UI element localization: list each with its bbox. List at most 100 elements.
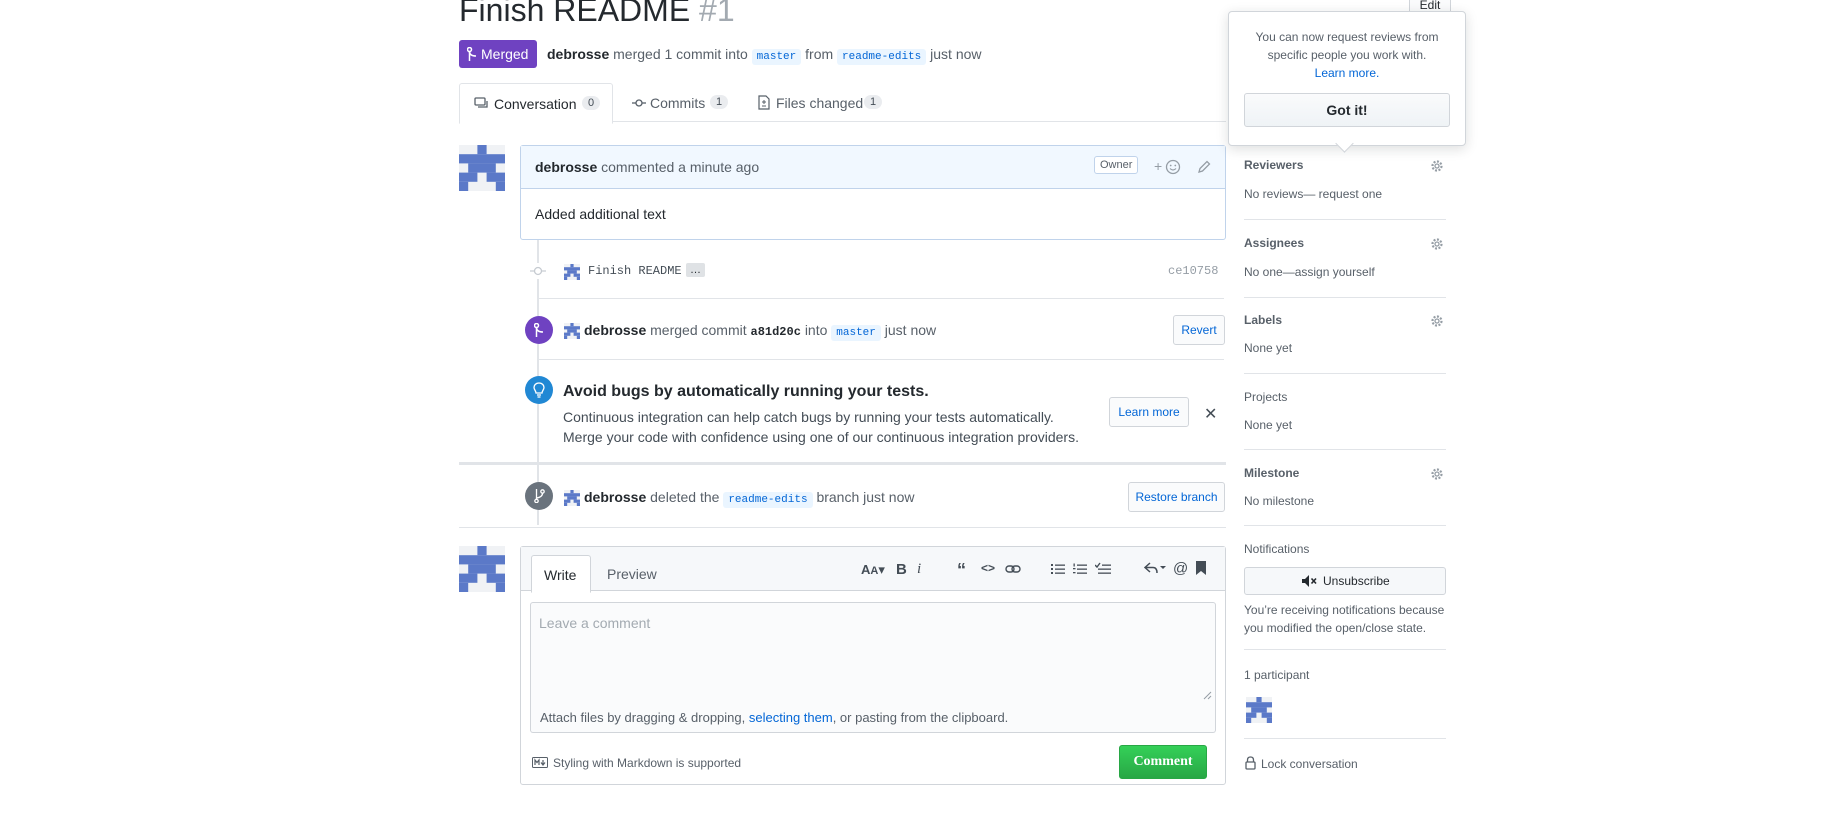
quote-icon[interactable]: “ <box>957 560 966 581</box>
composer-avatar[interactable] <box>459 546 505 592</box>
unsubscribe-button[interactable]: Unsubscribe <box>1244 567 1446 595</box>
mute-icon <box>1302 575 1318 587</box>
markdown-icon <box>532 757 548 768</box>
assignees-value[interactable]: No one—assign yourself <box>1244 265 1375 279</box>
code-icon[interactable]: <> <box>981 561 995 575</box>
commit-author-avatar[interactable] <box>564 264 580 280</box>
popover-line1: You can now request reviews from <box>1255 30 1439 44</box>
smiley-icon <box>1165 159 1181 175</box>
ordered-list-icon[interactable] <box>1073 562 1087 576</box>
tab-files-changed-label: Files changed <box>776 95 864 111</box>
close-icon[interactable]: ✕ <box>1204 404 1217 424</box>
assignees-heading[interactable]: Assignees <box>1244 236 1304 250</box>
labels-gear-icon[interactable] <box>1430 314 1444 328</box>
lock-icon <box>1245 756 1256 770</box>
got-it-button[interactable]: Got it! <box>1244 93 1450 127</box>
projects-heading: Projects <box>1244 390 1288 404</box>
lock-conversation-link[interactable]: Lock conversation <box>1261 757 1358 771</box>
merge-author-avatar[interactable] <box>564 323 580 339</box>
mention-icon[interactable]: @ <box>1173 560 1188 577</box>
unordered-list-icon[interactable] <box>1051 562 1065 576</box>
identicon-icon <box>564 323 580 339</box>
comment-textarea[interactable]: Leave a comment <box>530 602 1216 703</box>
comment-submit-button[interactable]: Comment <box>1119 745 1207 779</box>
assignees-gear-icon[interactable] <box>1430 237 1444 251</box>
timeline-thick-divider <box>459 462 1226 465</box>
identicon-icon <box>1246 697 1272 723</box>
reply-icon[interactable] <box>1144 561 1166 575</box>
sidebar-divider <box>1244 297 1446 298</box>
notification-reason-line2: you modified the open/close state. <box>1244 621 1427 635</box>
merge-icon <box>534 323 545 337</box>
add-reaction-plus: + <box>1154 158 1163 174</box>
delete-author-avatar[interactable] <box>564 490 580 506</box>
merge-commit-sha-link[interactable]: a81d20c <box>751 325 801 339</box>
reviewers-gear-icon[interactable] <box>1430 159 1444 173</box>
merge-icon <box>467 47 478 61</box>
unsubscribe-label: Unsubscribe <box>1323 574 1390 588</box>
reviewers-heading[interactable]: Reviewers <box>1244 158 1303 172</box>
participant-avatar[interactable] <box>1246 697 1272 723</box>
header-text-icon[interactable]: AA▾ <box>861 562 885 578</box>
delete-event-verb: deleted the <box>650 489 720 505</box>
merge-author-link[interactable]: debrosse <box>584 322 646 338</box>
identicon-icon <box>564 490 580 506</box>
write-tab[interactable]: Write <box>531 555 591 593</box>
italic-icon[interactable]: i <box>917 561 921 578</box>
attach-files-bar[interactable]: Attach files by dragging & dropping, sel… <box>530 702 1216 733</box>
head-branch: readme-edits <box>837 49 927 65</box>
comment-form: Write Preview AA▾ B i “ <> @ Leave a com… <box>520 546 1226 785</box>
commit-message-link[interactable]: Finish README <box>588 264 682 278</box>
select-files-link[interactable]: selecting them <box>749 710 833 725</box>
pr-time: just now <box>930 46 982 62</box>
preview-tab[interactable]: Preview <box>607 566 657 582</box>
restore-branch-button[interactable]: Restore branch <box>1128 482 1225 512</box>
timeline-divider <box>537 298 1224 299</box>
delete-author-link[interactable]: debrosse <box>584 489 646 505</box>
write-tab-label: Write <box>544 567 577 583</box>
merge-event-verb: merged commit <box>650 322 747 338</box>
popover-learn-more-link[interactable]: Learn more. <box>1229 66 1465 80</box>
tab-files-changed[interactable]: Files changed 1 <box>758 83 888 122</box>
edit-comment-pencil-icon[interactable] <box>1197 160 1211 174</box>
labels-value: None yet <box>1244 341 1293 355</box>
pr-author-link[interactable]: debrosse <box>547 46 609 62</box>
sidebar-divider <box>1244 649 1446 650</box>
delete-event-suffix: branch just now <box>816 489 915 505</box>
tab-commits[interactable]: Commits 1 <box>630 83 730 122</box>
file-diff-icon <box>758 95 770 110</box>
sidebar-divider <box>1244 219 1446 220</box>
bold-icon[interactable]: B <box>896 561 907 578</box>
ci-learn-more-button[interactable]: Learn more <box>1109 397 1189 427</box>
revert-button-label: Revert <box>1181 323 1217 337</box>
link-icon[interactable] <box>1005 564 1021 574</box>
sidebar-divider <box>1244 525 1446 526</box>
tab-conversation-label: Conversation <box>494 96 577 112</box>
task-list-icon[interactable] <box>1095 562 1111 576</box>
commit-expand-button[interactable]: … <box>686 263 705 277</box>
resize-grip-icon[interactable] <box>1203 691 1212 700</box>
light-bulb-icon <box>533 382 545 398</box>
comment-author-link[interactable]: debrosse <box>535 159 597 175</box>
comment-timestamp[interactable]: commented a minute ago <box>601 159 759 175</box>
ci-learn-more-label: Learn more <box>1118 405 1180 419</box>
comment-discussion-icon <box>474 97 490 111</box>
reviewers-value[interactable]: No reviews— request one <box>1244 187 1382 201</box>
attach-prefix: Attach files by dragging & dropping, <box>540 710 746 725</box>
revert-button[interactable]: Revert <box>1173 315 1225 345</box>
labels-heading[interactable]: Labels <box>1244 313 1282 327</box>
commit-sha-link[interactable]: ce10758 <box>1168 264 1218 278</box>
tab-conversation[interactable]: Conversation 0 <box>459 83 613 124</box>
merge-event-text: debrosse merged commit a81d20c into mast… <box>584 322 936 341</box>
markdown-supported-link[interactable]: Styling with Markdown is supported <box>553 756 741 770</box>
ci-tip-title: Avoid bugs by automatically running your… <box>563 383 929 400</box>
identicon-icon <box>564 264 580 280</box>
merge-target-branch: master <box>831 325 881 341</box>
delete-event-text: debrosse deleted the readme-edits branch… <box>584 489 915 508</box>
bookmark-icon[interactable] <box>1196 561 1206 575</box>
participants-count: 1 participant <box>1244 668 1310 682</box>
milestone-heading[interactable]: Milestone <box>1244 466 1299 480</box>
avatar[interactable] <box>459 145 505 191</box>
milestone-gear-icon[interactable] <box>1430 467 1444 481</box>
add-reaction-button[interactable]: + <box>1154 158 1162 174</box>
